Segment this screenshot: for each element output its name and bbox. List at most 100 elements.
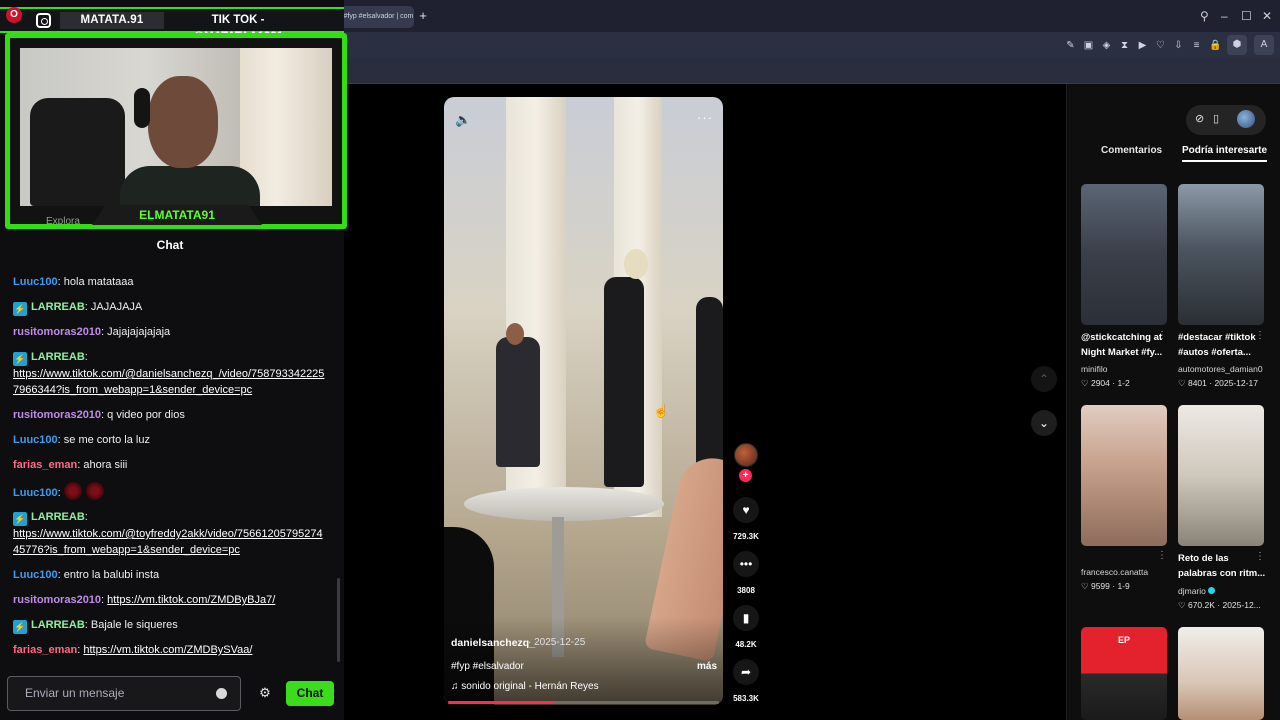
chat-text: Jajajajajajaja [107,326,171,338]
download-icon[interactable]: ⇩ [1173,40,1184,51]
menu-icon[interactable]: ≡ [1191,40,1202,51]
emoji-icon[interactable] [216,688,227,699]
webcam-caption: ELMATATA91 [139,208,215,222]
more-button[interactable]: más [697,661,717,672]
chat-username[interactable]: Luuc100 [13,434,58,446]
card-thumbnail[interactable] [1178,405,1264,546]
address-bar[interactable] [344,58,1280,84]
ai-icon[interactable]: A [1254,35,1274,55]
video-progress-fill [448,701,554,704]
browser-toolbar: ✎ ▣ ◈ ⧗ ▶ ♡ ⇩ ≡ 🔒 ⬢ A [344,32,1280,58]
video-sound[interactable]: ♫ sonido original - Hernán Reyes [451,681,599,692]
bookmark-button[interactable]: ▮ [733,605,759,631]
link-icon[interactable]: ⊘ [1195,112,1204,125]
search-icon[interactable]: ⚲ [1200,7,1209,25]
card-thumbnail[interactable] [1081,405,1167,546]
chat-message: ⚡ LARREAB: https://www.tiktok.com/@daniel… [13,349,325,398]
card-more-icon[interactable]: ⋮ [1157,330,1167,341]
card-more-icon[interactable]: ⋮ [1255,551,1265,562]
history-icon[interactable]: ⧗ [1119,40,1130,51]
edit-icon[interactable]: ✎ [1065,40,1076,51]
card-thumb-text: EP [1117,635,1130,645]
maximize-button[interactable]: ☐ [1241,7,1252,25]
comment-count: 3808 [737,586,755,595]
chat-username[interactable]: LARREAB [31,511,85,523]
webcam-person-body [120,166,260,206]
card-author[interactable]: francesco.canatta [1081,567,1148,577]
chat-username[interactable]: LARREAB [31,301,85,313]
chat-input[interactable]: Enviar un mensaje [7,676,241,711]
chat-username[interactable]: LARREAB [31,619,85,631]
profile-avatar[interactable] [1237,110,1255,128]
card-meta: ♡ 8401 · 2025-12-17 [1178,378,1258,388]
chat-text: se me corto la luz [63,434,150,446]
card-thumbnail[interactable] [1178,184,1264,325]
follow-button[interactable]: + [739,469,752,482]
chat-text: entro la balubi insta [63,569,160,581]
chat-username[interactable]: LARREAB [31,351,85,363]
chat-separator: : [84,511,88,523]
chat-link[interactable]: https://www.tiktok.com/@danielsanchezq_/… [13,368,324,396]
social-banner: MATATA.91 TIK TOK - @MATATAA1991 [0,7,344,43]
chat-link[interactable]: https://vm.tiktok.com/ZMDByBJa7/ [107,594,275,606]
snapshot-icon[interactable]: ▣ [1083,40,1094,51]
previous-video-button[interactable]: ⌃ [1031,366,1057,392]
stream-overlay: MATATA.91 TIK TOK - @MATATAA1991 O ELMAT… [0,0,347,720]
more-options-icon[interactable]: ··· [697,110,713,125]
chat-username[interactable]: Luuc100 [13,276,58,288]
instagram-handle: MATATA.91 [60,12,164,29]
heart-icon[interactable]: ♡ [1155,40,1166,51]
chat-scrollbar[interactable] [337,578,340,662]
next-video-button[interactable]: ⌄ [1031,410,1057,436]
like-button[interactable]: ♥ [733,497,759,523]
chat-send-button[interactable]: Chat [286,681,334,706]
card-thumbnail[interactable] [1081,184,1167,325]
card-author[interactable]: automotores_damian0 [1178,364,1263,374]
player-icon[interactable]: ▶ [1137,40,1148,51]
opera-logo-icon[interactable]: O [6,7,22,23]
card-more-icon[interactable]: ⋮ [1157,550,1167,561]
video-author[interactable]: danielsanchezq_ [451,637,535,649]
new-tab-button[interactable]: + [417,9,429,23]
chat-text: ahora siii [83,459,128,471]
lock-icon[interactable]: 🔒 [1209,40,1221,51]
close-button[interactable]: ✕ [1262,7,1272,25]
extension-icon[interactable]: ⬢ [1227,35,1247,55]
video-table [464,487,664,521]
prime-badge-icon: ⚡ [13,302,27,316]
chat-username[interactable]: farias_eman [13,644,77,656]
tab-podria-interesarte[interactable]: Podría interesarte [1182,145,1268,162]
minimize-button[interactable]: – [1221,7,1228,25]
chat-username[interactable]: Luuc100 [13,487,58,499]
chat-username[interactable]: Luuc100 [13,569,58,581]
chat-link[interactable]: https://vm.tiktok.com/ZMDBySVaa/ [83,644,252,656]
vpn-icon[interactable]: ◈ [1101,40,1112,51]
comment-button[interactable]: ••• [733,551,759,577]
chat-separator: : [84,351,88,363]
card-thumbnail[interactable]: EP [1081,627,1167,720]
chat-username[interactable]: rusitomoras2010 [13,409,101,421]
chat-text: Bajale le siqueres [90,619,178,631]
card-thumbnail[interactable] [1178,627,1264,720]
video-player[interactable] [444,97,723,705]
instagram-icon [36,13,51,28]
gear-icon[interactable]: ⚙ [258,685,272,701]
chat-message: Luuc100: entro la balubi insta [13,567,325,583]
chat-message: rusitomoras2010: q video por dios [13,407,325,423]
card-author[interactable]: djmario [1178,586,1215,596]
volume-icon[interactable]: 🔈 [455,112,471,128]
device-icon[interactable]: ▯ [1213,112,1219,125]
chat-username[interactable]: rusitomoras2010 [13,594,101,606]
card-more-icon[interactable]: ⋮ [1255,330,1265,341]
video-progress-bar[interactable] [448,701,719,704]
explore-label: Explora [46,216,80,227]
share-button[interactable]: ➦ [733,659,759,685]
chat-link[interactable]: https://www.tiktok.com/@toyfreddy2akk/vi… [13,528,323,556]
tab-comentarios[interactable]: Comentarios [1101,145,1162,156]
author-avatar[interactable] [734,443,758,467]
card-author[interactable]: minifilo [1081,364,1107,374]
chat-username[interactable]: rusitomoras2010 [13,326,101,338]
share-count: 583.3K [733,694,759,703]
chat-username[interactable]: farias_eman [13,459,77,471]
video-hashtags[interactable]: #fyp #elsalvador [451,661,524,672]
